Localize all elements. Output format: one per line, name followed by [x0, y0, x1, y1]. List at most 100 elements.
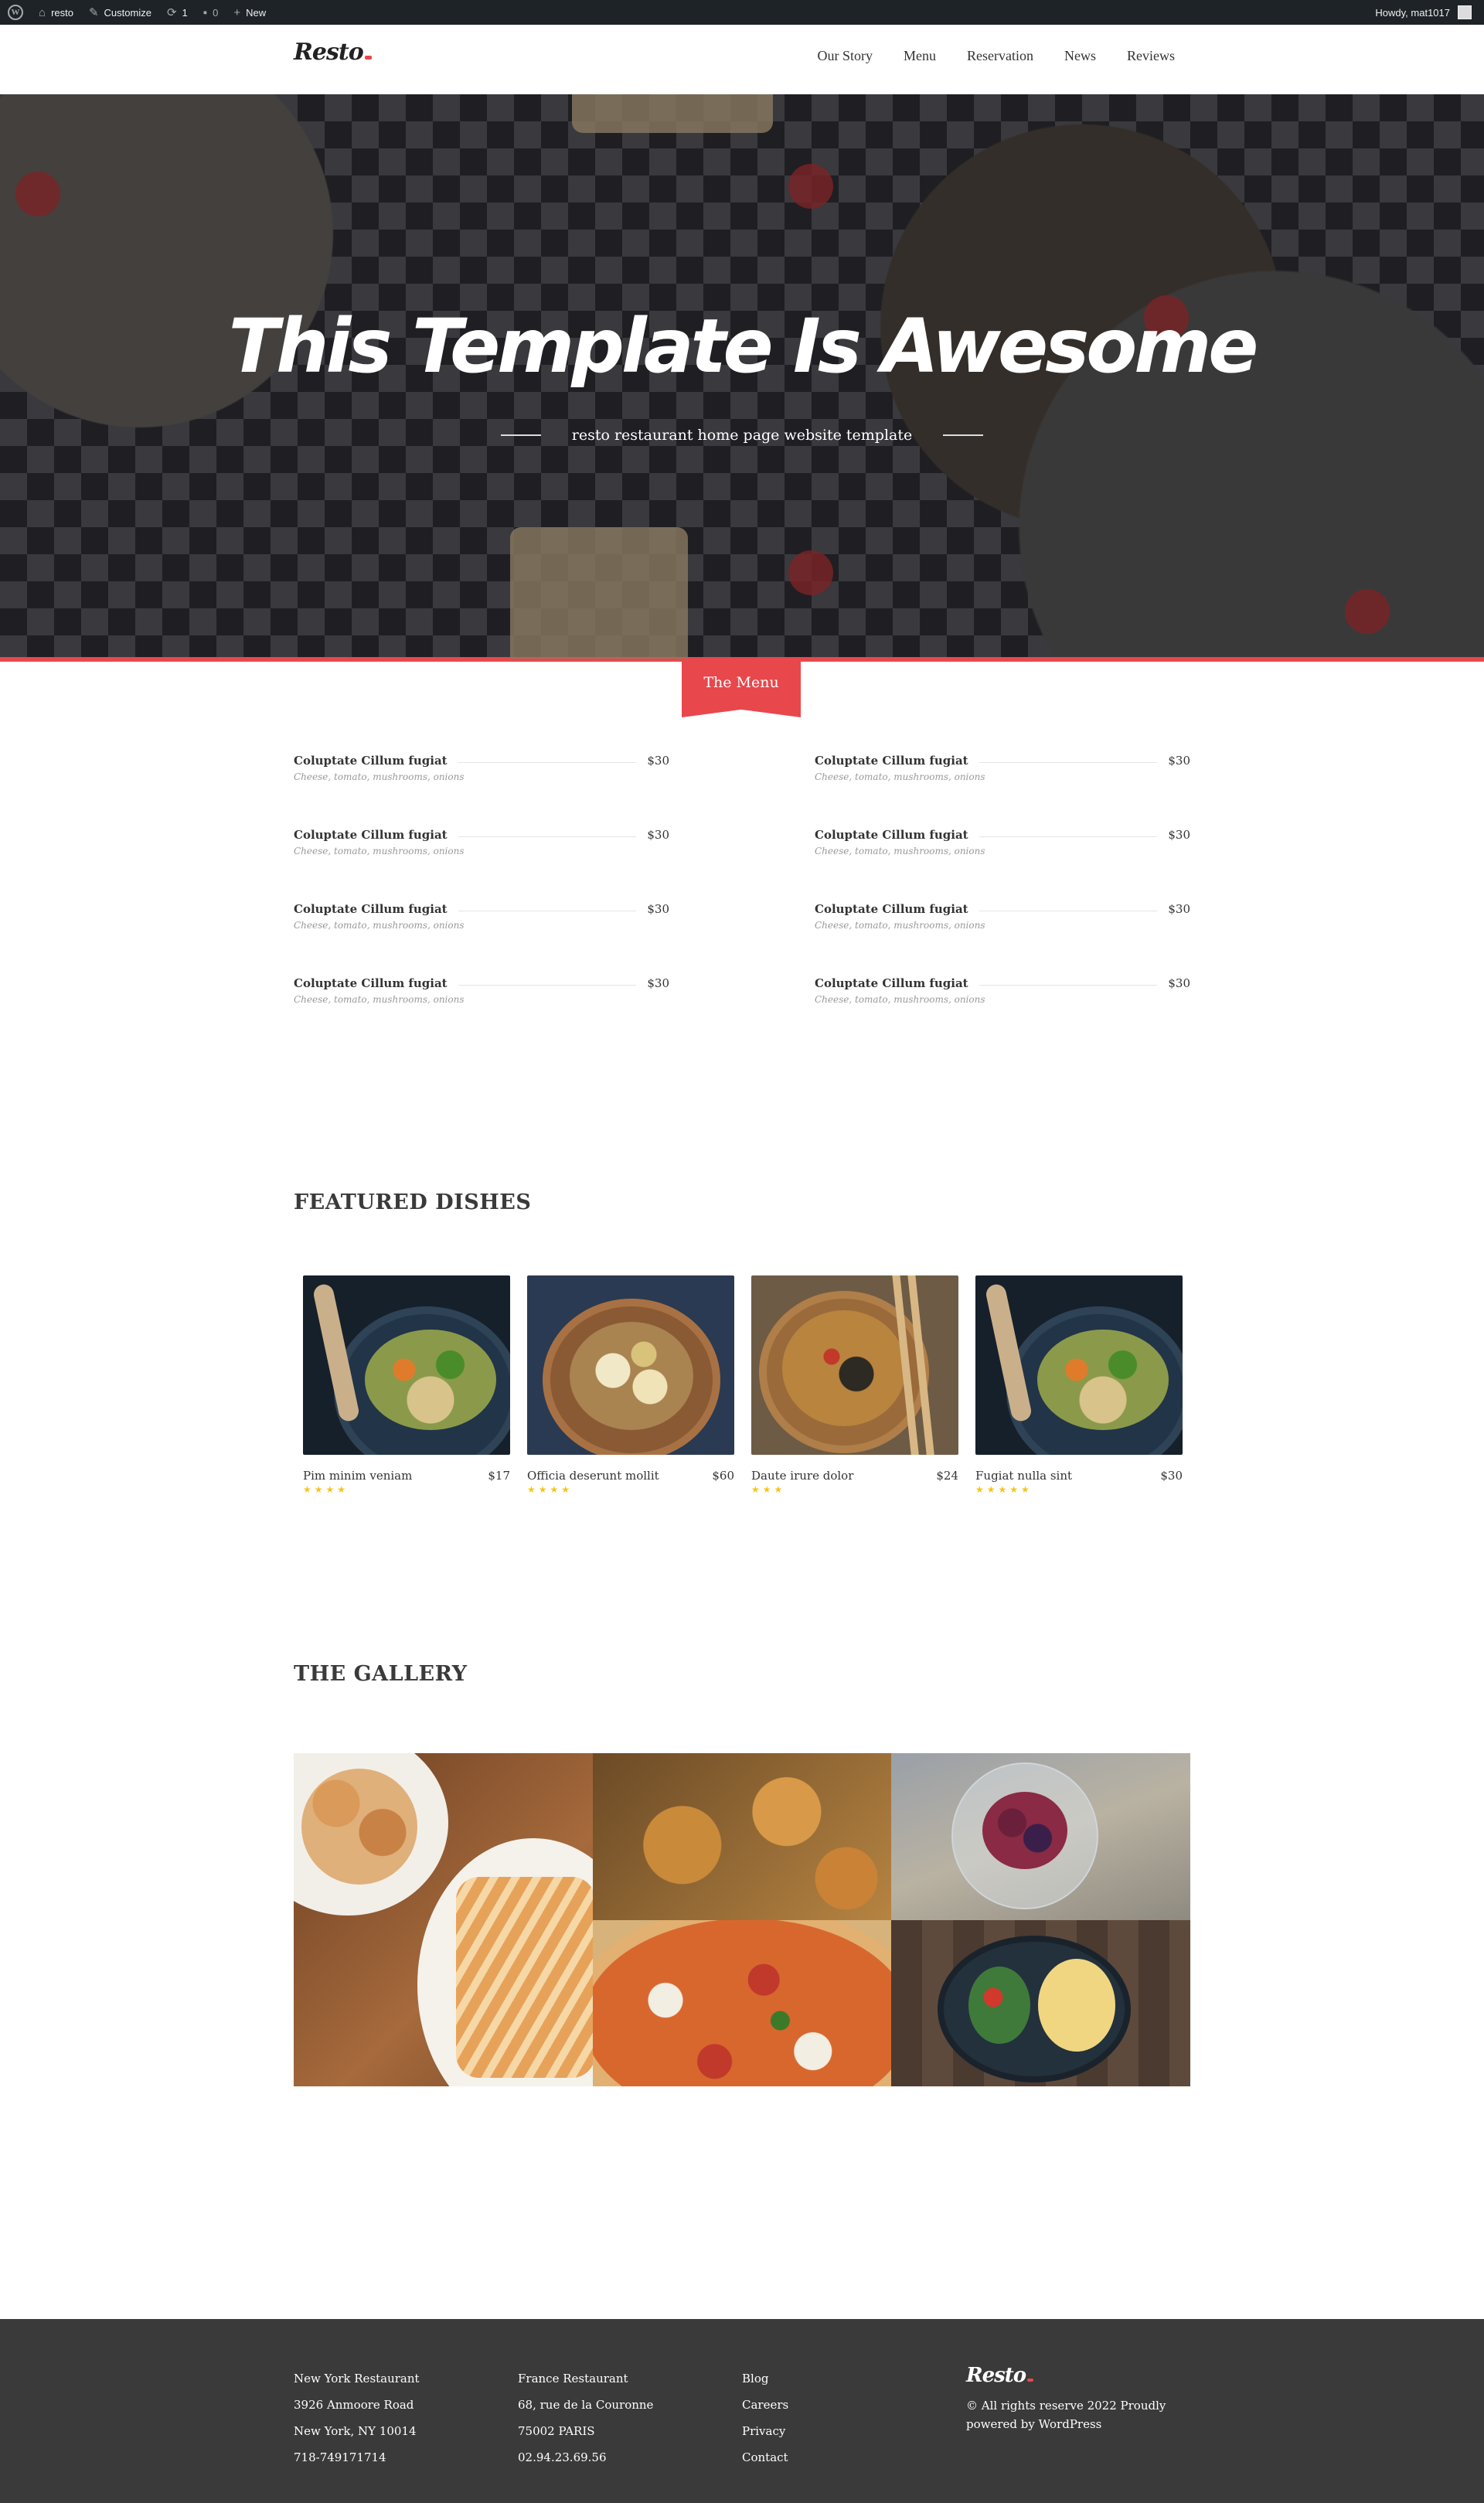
comments-link[interactable]: ▪ 0 [196, 0, 226, 25]
menu-item-price: $30 [647, 828, 669, 842]
dish-rating-stars: ★★★★★ [975, 1484, 1033, 1495]
nav-reviews[interactable]: Reviews [1127, 48, 1175, 64]
food-shape [570, 1322, 693, 1430]
menu-item-desc: Cheese, tomato, mushrooms, onions [294, 846, 465, 856]
dish-rating-stars: ★★★★ [527, 1484, 574, 1495]
hero-subtitle-row: resto restaurant home page website templ… [0, 427, 1484, 444]
gallery-image-berries[interactable] [891, 1753, 1190, 1920]
dish-image[interactable] [751, 1275, 958, 1455]
menu-item-name: Coluptate Cillum fugiat [815, 754, 968, 768]
account-menu[interactable]: Howdy, mat1017 [1367, 0, 1484, 25]
strawberry-decor [788, 550, 833, 595]
nav-news[interactable]: News [1064, 48, 1096, 64]
salad-shape [968, 1967, 1030, 2044]
home-icon: ⌂ [39, 5, 46, 19]
menu-item-desc: Cheese, tomato, mushrooms, onions [294, 771, 465, 782]
leader-rule [979, 836, 1158, 837]
footer-link-careers[interactable]: Careers [742, 2392, 788, 2418]
menu-item-name: Coluptate Cillum fugiat [815, 976, 968, 990]
footer-logo[interactable]: Resto [966, 2364, 1034, 2387]
site-footer: New York Restaurant 3926 Anmoore Road Ne… [0, 2319, 1484, 2503]
leader-rule [458, 836, 637, 837]
menu-item-desc: Cheese, tomato, mushrooms, onions [815, 994, 985, 1005]
gallery-image-bowl[interactable] [891, 1920, 1190, 2086]
dish-rating-stars: ★★★ [751, 1484, 786, 1495]
pastry-shape [301, 1769, 417, 1885]
dish-card[interactable]: Officia deserunt mollit $60 ★★★★ [527, 1275, 734, 1495]
updates-icon: ⟳ [166, 5, 177, 19]
dish-price: $30 [1160, 1469, 1183, 1483]
menu-item: Coluptate Cillum fugiat $30 Cheese, tomat… [294, 754, 669, 800]
menu-item-price: $30 [1168, 976, 1190, 990]
strawberry-decor [15, 172, 60, 216]
footer-link-contact[interactable]: Contact [742, 2444, 788, 2471]
menu-item-desc: Cheese, tomato, mushrooms, onions [815, 846, 985, 856]
dish-card[interactable]: Pim minim veniam $17 ★★★★ [303, 1275, 510, 1495]
dish-image[interactable] [975, 1275, 1183, 1455]
logo-dot [1027, 2379, 1034, 2382]
menu-item-name: Coluptate Cillum fugiat [294, 902, 448, 916]
dish-card[interactable]: Daute irure dolor $24 ★★★ [751, 1275, 958, 1495]
footer-ny-street: 3926 Anmoore Road [294, 2398, 414, 2412]
menu-item-price: $30 [647, 902, 669, 916]
site-name-menu[interactable]: ⌂ resto [31, 0, 81, 25]
footer-fr-phone: 02.94.23.69.56 [518, 2450, 607, 2464]
footer-ny-name: New York Restaurant [294, 2372, 420, 2386]
dish-image[interactable] [527, 1275, 734, 1455]
menu-item: Coluptate Cillum fugiat $30 Cheese, tomat… [294, 828, 669, 874]
food-shape [1037, 1330, 1169, 1430]
menu-item-name: Coluptate Cillum fugiat [294, 976, 448, 990]
dish-name: Officia deserunt mollit [527, 1469, 659, 1483]
menu-item: Coluptate Cillum fugiat $30 Cheese, tomat… [815, 976, 1190, 1023]
menu-item-price: $30 [1168, 828, 1190, 842]
gallery-image-pizza[interactable] [593, 1920, 891, 2086]
footer-fr-city: 75002 PARIS [518, 2424, 595, 2438]
plus-icon: + [233, 5, 241, 19]
avatar [1458, 5, 1472, 19]
menu-item: Coluptate Cillum fugiat $30 Cheese, tomat… [815, 902, 1190, 948]
berries-shape [982, 1792, 1067, 1869]
leader-rule [979, 761, 1158, 763]
footer-link-privacy[interactable]: Privacy [742, 2418, 788, 2444]
admin-bar: W ⌂ resto ✎ Customize ⟳ 1 ▪ 0 + New Howd… [0, 0, 1484, 25]
dish-image[interactable] [303, 1275, 510, 1455]
howdy-text: Howdy, mat1017 [1375, 6, 1450, 19]
pizza-shape [593, 1920, 891, 2086]
dish-price: $24 [936, 1469, 958, 1483]
nut-bowl-decor [510, 527, 688, 659]
dish-price: $60 [712, 1469, 734, 1483]
dish-card[interactable]: Fugiat nulla sint $30 ★★★★★ [975, 1275, 1183, 1495]
cherry-decor [1345, 589, 1390, 634]
dish-name: Pim minim veniam [303, 1469, 413, 1483]
nav-our-story[interactable]: Our Story [818, 48, 873, 64]
menu-item-name: Coluptate Cillum fugiat [294, 828, 448, 842]
customize-link[interactable]: ✎ Customize [81, 0, 159, 25]
new-label: New [246, 6, 267, 19]
site-logo[interactable]: Resto [294, 39, 372, 66]
menu-item: Coluptate Cillum fugiat $30 Cheese, tomat… [294, 902, 669, 948]
leader-rule [979, 984, 1158, 986]
footer-link-blog[interactable]: Blog [742, 2365, 788, 2392]
updates-link[interactable]: ⟳ 1 [159, 0, 196, 25]
pasta-shape [1038, 1959, 1115, 2052]
gallery-image-pastries[interactable] [294, 1753, 593, 2086]
gallery-image-croissants[interactable] [593, 1753, 891, 1920]
hero-subtitle: resto restaurant home page website templ… [571, 427, 913, 444]
food-shape [782, 1310, 906, 1426]
wordpress-logo-icon: W [8, 5, 23, 20]
nav-menu[interactable]: Menu [904, 48, 936, 64]
featured-dishes-title: FEATURED DISHES [294, 1190, 532, 1214]
logo-dot [364, 56, 372, 60]
new-content-menu[interactable]: + New [226, 0, 274, 25]
menu-item-desc: Cheese, tomato, mushrooms, onions [294, 920, 465, 931]
menu-item-desc: Cheese, tomato, mushrooms, onions [815, 771, 985, 782]
footer-logo-text: Resto [966, 2364, 1026, 2387]
nav-reservation[interactable]: Reservation [967, 48, 1033, 64]
customize-label: Customize [104, 6, 151, 19]
footer-copyright: © All rights reserve 2022 Proudly powere… [966, 2399, 1166, 2431]
menu-item-desc: Cheese, tomato, mushrooms, onions [294, 994, 465, 1005]
dish-price: $17 [488, 1469, 510, 1483]
wordpress-menu[interactable]: W [0, 0, 31, 25]
hero-title: This Template Is Awesome [228, 303, 1259, 390]
menu-item-price: $30 [1168, 754, 1190, 768]
